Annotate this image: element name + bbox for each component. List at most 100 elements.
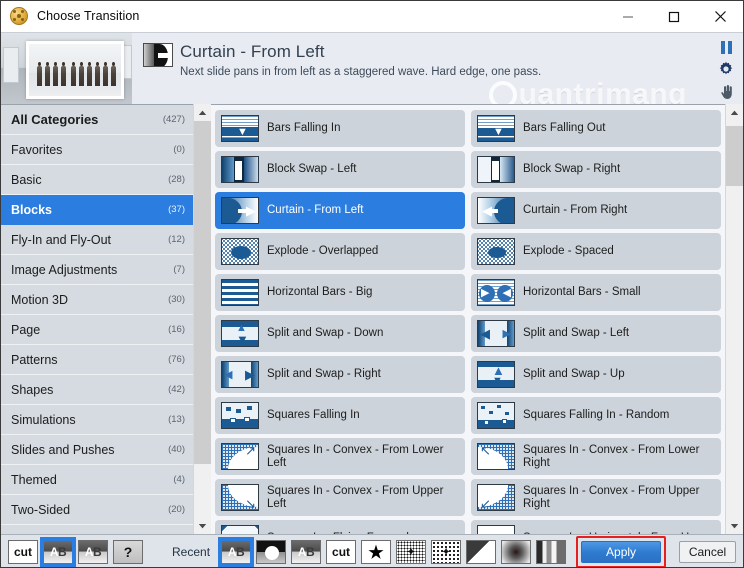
transition-tile[interactable]: Block Swap - Left	[215, 151, 465, 188]
hbars-small-thumbnail-icon: ▶ ◀	[477, 279, 515, 306]
transition-tile-label: Horizontal Bars - Small	[523, 286, 641, 298]
recent-corner-thumb[interactable]	[466, 540, 497, 564]
transition-tile[interactable]: ↘ Squares In - Convex - From Upper Left	[215, 479, 465, 516]
sidebar-item-label: Themed	[11, 472, 57, 487]
recent-ab2-thumb[interactable]: AB	[291, 540, 322, 564]
left-thumb-group[interactable]: cut A B A B?	[8, 537, 143, 567]
transition-scrollbar[interactable]	[725, 104, 743, 534]
transition-tile-label: Squares In - Convex - From Lower Left	[267, 443, 444, 469]
minimize-icon[interactable]	[605, 1, 651, 32]
sidebar-item-slides-and-pushes[interactable]: Slides and Pushes (40)	[1, 435, 193, 465]
maximize-icon[interactable]	[651, 1, 697, 32]
transition-tile[interactable]: ◀ Curtain - From Right	[471, 192, 721, 229]
sidebar-item-basic[interactable]: Basic (28)	[1, 165, 193, 195]
transition-tile[interactable]: Explode - Overlapped	[215, 233, 465, 270]
recent-cut-thumb[interactable]: cut	[326, 540, 357, 564]
recent-noise1-thumb[interactable]: ✦	[396, 540, 427, 564]
convex-lower-left-thumbnail-icon: ↗	[221, 443, 259, 470]
transition-title: Curtain - From Left	[180, 42, 325, 61]
main-area: All Categories (427) Favorites (0) Basic (28)…	[1, 104, 743, 534]
transition-tile-label: Squares Falling In - Random	[523, 409, 670, 421]
transition-tile[interactable]: ▲ ▼ Split and Swap - Up	[471, 356, 721, 393]
transition-tile[interactable]: ↙ Squares In - Convex - From Upper Right	[471, 479, 721, 516]
recent-ab-thumb[interactable]: AB	[218, 537, 255, 567]
scroll-up-icon[interactable]	[194, 104, 211, 121]
slide-preview-thumbnail[interactable]	[1, 33, 132, 105]
transition-tile[interactable]: ▲ ▼ Split and Swap - Down	[215, 315, 465, 352]
close-icon[interactable]	[697, 1, 743, 32]
transition-tile[interactable]: ↖ Squares In - Convex - From Lower Right	[471, 438, 721, 475]
recent-circle-thumb[interactable]	[256, 540, 287, 564]
sidebar-item-count: (13)	[168, 414, 185, 425]
transition-tile-label: Block Swap - Right	[523, 163, 621, 175]
transition-tile[interactable]: Horizontal Bars - Big	[215, 274, 465, 311]
transition-tile[interactable]: Squares In - Flying Forward	[215, 520, 465, 534]
cancel-button[interactable]: Cancel	[679, 541, 736, 563]
transition-grid[interactable]: ▼ Bars Falling In ▼ Bars Falling Out Block S…	[211, 105, 725, 534]
transition-tile-label: Split and Swap - Left	[523, 327, 630, 339]
sidebar-item-image-adjustments[interactable]: Image Adjustments (7)	[1, 255, 193, 285]
grid-scroll-thumb[interactable]	[726, 126, 743, 186]
transition-tile-label: Curtain - From Left	[267, 204, 364, 216]
category-scroll-thumb[interactable]	[194, 121, 211, 464]
cut-thumb[interactable]: cut	[8, 540, 38, 564]
window-controls	[605, 1, 743, 32]
transition-tile[interactable]: ◀ ▶ Split and Swap - Left	[471, 315, 721, 352]
sidebar-item-blocks[interactable]: Blocks (37)	[1, 195, 193, 225]
sidebar-item-count: (12)	[168, 234, 185, 245]
ab-thumb[interactable]: AB	[40, 537, 76, 567]
sidebar-item-favorites[interactable]: Favorites (0)	[1, 135, 193, 165]
transition-tile[interactable]: Explode - Spaced	[471, 233, 721, 270]
ab-gray-thumb[interactable]: AB	[78, 540, 108, 564]
sidebar-item-motion-3d[interactable]: Motion 3D (30)	[1, 285, 193, 315]
sidebar-item-count: (40)	[168, 444, 185, 455]
recent-stripes-thumb[interactable]	[536, 540, 567, 564]
sidebar-item-page[interactable]: Page (16)	[1, 315, 193, 345]
crowd-figures	[35, 62, 121, 86]
transition-tile[interactable]: ◀ ▶ Split and Swap - Right	[215, 356, 465, 393]
transition-tile-label: Bars Falling In	[267, 122, 341, 134]
sidebar-item-two-sided[interactable]: Two-Sided (20)	[1, 495, 193, 525]
recent-radial-thumb[interactable]	[501, 540, 532, 564]
sidebar-item-themed[interactable]: Themed (4)	[1, 465, 193, 495]
recent-noise2-thumb[interactable]: ✦	[431, 540, 462, 564]
transition-tile[interactable]: Squares In - Horizontal - From Upper	[471, 520, 721, 534]
transition-tile[interactable]: ▼ Bars Falling In	[215, 110, 465, 147]
sidebar-item-simulations[interactable]: Simulations (13)	[1, 405, 193, 435]
apply-button[interactable]: Apply	[581, 541, 662, 563]
category-list[interactable]: All Categories (427) Favorites (0) Basic (28)…	[1, 104, 193, 534]
hand-cursor-icon[interactable]	[719, 84, 734, 100]
sidebar-item-fly-in-and-fly-out[interactable]: Fly-In and Fly-Out (12)	[1, 225, 193, 255]
swap-down-thumbnail-icon: ▲ ▼	[221, 320, 259, 347]
category-scrollbar[interactable]	[193, 104, 211, 534]
sidebar-item-label: Shapes	[11, 382, 54, 397]
recent-star-thumb[interactable]: ★	[361, 540, 392, 564]
sidebar-item-label: All Categories	[11, 112, 99, 127]
transition-tile[interactable]: ▶ Curtain - From Left	[215, 192, 465, 229]
header-tools	[709, 33, 743, 104]
grid-scroll-down-icon[interactable]	[726, 517, 743, 534]
sidebar-item-shapes[interactable]: Shapes (42)	[1, 375, 193, 405]
sidebar-item-patterns[interactable]: Patterns (76)	[1, 345, 193, 375]
bars-out-thumbnail-icon: ▼	[477, 115, 515, 142]
question-thumb[interactable]: ?	[113, 540, 143, 564]
gear-icon[interactable]	[718, 61, 734, 77]
transition-tile[interactable]: ▶ ◀ Horizontal Bars - Small	[471, 274, 721, 311]
pause-icon[interactable]	[720, 41, 733, 54]
transition-tile-label: Curtain - From Right	[523, 204, 628, 216]
scroll-down-icon[interactable]	[194, 517, 211, 534]
transition-tile[interactable]: Squares Falling In	[215, 397, 465, 434]
transition-tile[interactable]: Squares Falling In - Random	[471, 397, 721, 434]
grid-scroll-up-icon[interactable]	[726, 104, 743, 121]
recent-thumb-group[interactable]: A B A Bcut ★ ✦ ✦	[218, 537, 567, 567]
transition-tile[interactable]: ▼ Bars Falling Out	[471, 110, 721, 147]
sidebar-item-label: Patterns	[11, 352, 58, 367]
transition-tile[interactable]: ↗ Squares In - Convex - From Lower Left	[215, 438, 465, 475]
transition-tile[interactable]: Block Swap - Right	[471, 151, 721, 188]
sidebar-item-label: Page	[11, 322, 41, 337]
film-reel-icon	[10, 7, 28, 25]
block-swap-left-thumbnail-icon	[221, 156, 259, 183]
window-title: Choose Transition	[37, 9, 140, 23]
sidebar-item-all-categories[interactable]: All Categories (427)	[1, 105, 193, 135]
sidebar-item-count: (37)	[168, 204, 185, 215]
